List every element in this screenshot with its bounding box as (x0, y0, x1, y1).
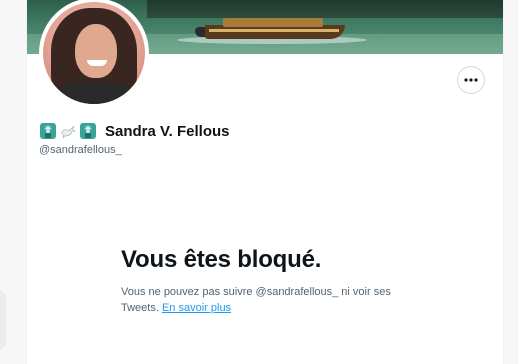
side-panel-edge (0, 290, 6, 350)
statue-of-liberty-emoji (79, 122, 97, 140)
banner-quay (147, 0, 503, 18)
banner-boat-stripe (209, 29, 339, 32)
page-background-right (504, 0, 518, 364)
dove-emoji (59, 122, 77, 140)
profile-handle: @sandrafellous_ (39, 144, 122, 156)
avatar-smile (87, 60, 107, 66)
profile-name-row: Sandra V. Fellous (39, 122, 230, 140)
profile-column: Sandra V. Fellous @sandrafellous_ Vous ê… (26, 0, 504, 364)
blocked-message: Vous ne pouvez pas suivre @sandrafellous… (121, 284, 421, 316)
more-options-button[interactable] (457, 66, 485, 94)
banner-boat-cabin (223, 18, 323, 27)
blocked-title: Vous êtes bloqué. (121, 246, 322, 273)
more-horizontal-icon (464, 78, 478, 82)
statue-of-liberty-emoji (39, 122, 57, 140)
avatar[interactable] (43, 2, 145, 104)
banner-boat-hull (205, 25, 345, 39)
avatar-shirt (53, 82, 135, 104)
learn-more-link[interactable]: En savoir plus (162, 302, 231, 314)
display-name: Sandra V. Fellous (105, 122, 230, 140)
avatar-face (75, 24, 117, 78)
